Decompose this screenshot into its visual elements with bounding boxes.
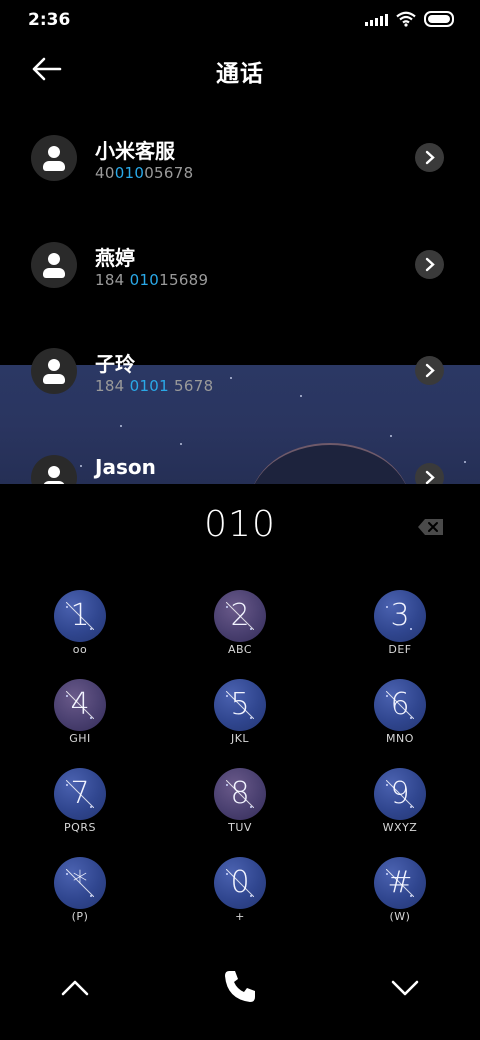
chevron-right-icon[interactable] bbox=[415, 250, 444, 279]
contact-number: 184 0101 5678 bbox=[95, 377, 214, 395]
page-title: 通话 bbox=[216, 61, 264, 87]
dialer-screen: 2:36 通话 小米客服 4001005678 燕婷 184 01015689 … bbox=[0, 0, 480, 1040]
dialed-number: 010 bbox=[204, 504, 276, 545]
contact-name: 燕婷 bbox=[95, 246, 135, 270]
signal-icon bbox=[365, 12, 388, 26]
contact-name: 小米客服 bbox=[95, 139, 175, 163]
avatar bbox=[31, 242, 77, 288]
chevron-right-icon[interactable] bbox=[415, 356, 444, 385]
status-time: 2:36 bbox=[28, 10, 71, 30]
key-star[interactable]: * (P) bbox=[30, 857, 130, 937]
avatar bbox=[31, 135, 77, 181]
battery-icon bbox=[424, 11, 454, 27]
avatar bbox=[31, 348, 77, 394]
key-9[interactable]: 9 WXYZ bbox=[350, 768, 450, 848]
key-7[interactable]: 7 PQRS bbox=[30, 768, 130, 848]
status-icons bbox=[365, 11, 454, 27]
key-8[interactable]: 8 TUV bbox=[190, 768, 290, 848]
contact-item[interactable]: 子玲 184 0101 5678 bbox=[0, 317, 480, 417]
contact-item[interactable]: 燕婷 184 01015689 bbox=[0, 211, 480, 311]
key-2[interactable]: 2 ABC bbox=[190, 590, 290, 670]
key-0[interactable]: 0 + bbox=[190, 857, 290, 937]
contact-item[interactable]: 小米客服 4001005678 bbox=[0, 104, 480, 204]
key-hash[interactable]: # (W) bbox=[350, 857, 450, 937]
contact-list: 小米客服 4001005678 燕婷 184 01015689 子玲 184 0… bbox=[0, 104, 480, 484]
contact-name: Jason bbox=[95, 455, 156, 479]
contact-number: 4001005678 bbox=[95, 164, 194, 182]
key-3[interactable]: 3 DEF bbox=[350, 590, 450, 670]
chevron-down-icon[interactable] bbox=[385, 968, 425, 1008]
key-5[interactable]: 5 JKL bbox=[190, 679, 290, 759]
contact-number: 184 01015689 bbox=[95, 271, 209, 289]
phone-icon[interactable] bbox=[220, 966, 260, 1006]
key-4[interactable]: 4 GHI bbox=[30, 679, 130, 759]
key-6[interactable]: 6 MNO bbox=[350, 679, 450, 759]
wifi-icon bbox=[396, 11, 416, 27]
voicemail-label: oo bbox=[72, 643, 88, 656]
chevron-right-icon[interactable] bbox=[415, 463, 444, 484]
key-1[interactable]: 1 oo bbox=[30, 590, 130, 670]
contact-name: 子玲 bbox=[95, 352, 135, 376]
avatar bbox=[31, 455, 77, 484]
chevron-up-icon[interactable] bbox=[55, 968, 95, 1008]
backspace-icon[interactable] bbox=[417, 517, 445, 537]
contact-item[interactable]: Jason bbox=[0, 424, 480, 484]
chevron-right-icon[interactable] bbox=[415, 143, 444, 172]
